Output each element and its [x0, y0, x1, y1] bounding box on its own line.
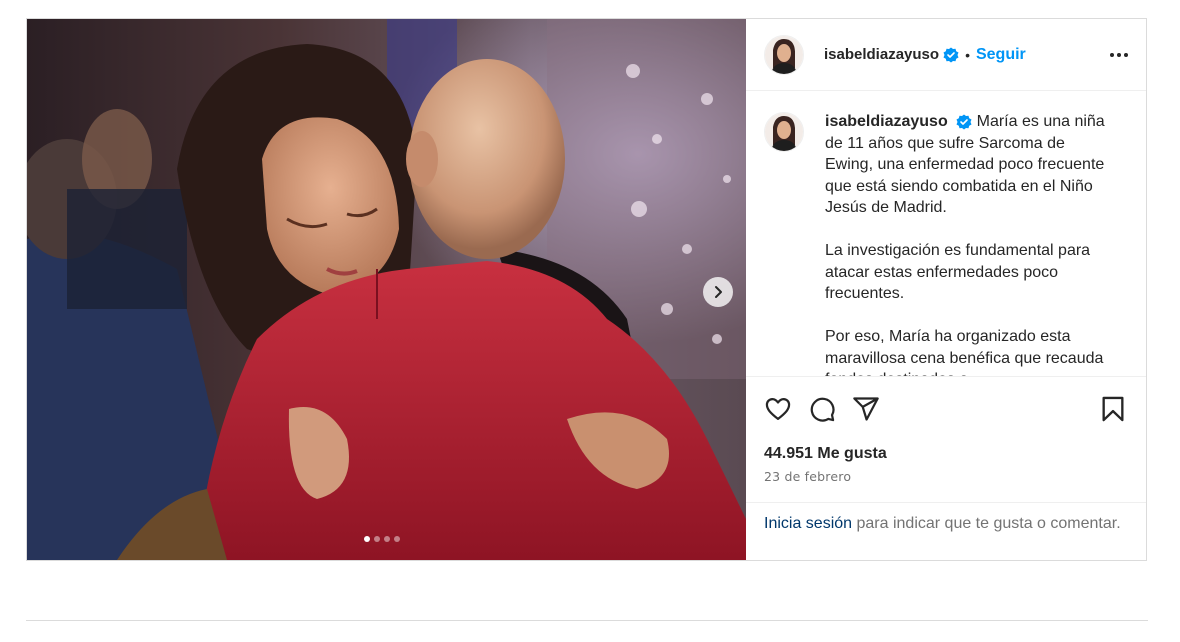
- caption-paragraph-2: La investigación es fundamental para ata…: [825, 242, 1091, 302]
- dot-separator: •: [965, 46, 970, 63]
- carousel-dot: [374, 536, 380, 542]
- bookmark-icon: [1102, 396, 1124, 422]
- post-sidebar: isabeldiazayuso • Seguir isabeldiazayuso…: [746, 19, 1146, 560]
- login-link[interactable]: Inicia sesión: [764, 515, 852, 532]
- caption: isabeldiazayuso María es una niña de 11 …: [764, 111, 1146, 376]
- more-horizontal-icon: [1110, 52, 1114, 57]
- like-button[interactable]: [764, 395, 792, 423]
- comment-button[interactable]: [808, 395, 836, 423]
- verified-badge-icon: [956, 114, 972, 130]
- likes-count[interactable]: 44.951 Me gusta: [746, 425, 1146, 463]
- username-link[interactable]: isabeldiazayuso: [824, 46, 939, 63]
- more-options-button[interactable]: [1108, 47, 1130, 63]
- caption-avatar[interactable]: [764, 112, 804, 152]
- caption-area[interactable]: isabeldiazayuso María es una niña de 11 …: [746, 91, 1146, 377]
- instagram-post: isabeldiazayuso • Seguir isabeldiazayuso…: [26, 18, 1147, 561]
- share-button[interactable]: [852, 395, 880, 423]
- carousel-dot-active: [364, 536, 370, 542]
- caption-text: isabeldiazayuso María es una niña de 11 …: [825, 111, 1115, 376]
- carousel-indicator: [364, 536, 400, 542]
- heart-icon: [765, 397, 791, 421]
- carousel-dot: [384, 536, 390, 542]
- post-date[interactable]: 23 de febrero: [746, 463, 1146, 484]
- next-image-button[interactable]: [703, 277, 733, 307]
- action-bar: [746, 377, 1146, 425]
- save-button[interactable]: [1100, 395, 1126, 423]
- post-media[interactable]: [27, 19, 746, 560]
- carousel-dot: [394, 536, 400, 542]
- caption-paragraph-3: Por eso, María ha organizado esta maravi…: [825, 328, 1104, 376]
- login-prompt: Inicia sesión para indicar que te gusta …: [746, 502, 1146, 560]
- avatar[interactable]: [764, 34, 804, 75]
- chevron-right-icon: [715, 286, 722, 298]
- caption-username-link[interactable]: isabeldiazayuso: [825, 113, 948, 130]
- post-header: isabeldiazayuso • Seguir: [746, 19, 1146, 91]
- verified-badge-icon: [943, 47, 959, 63]
- divider: [26, 620, 1148, 621]
- follow-button[interactable]: Seguir: [976, 46, 1026, 64]
- send-icon: [853, 397, 879, 421]
- post-photo: [27, 19, 746, 560]
- login-prompt-text: para indicar que te gusta o comentar.: [852, 515, 1121, 532]
- comment-icon: [810, 397, 835, 422]
